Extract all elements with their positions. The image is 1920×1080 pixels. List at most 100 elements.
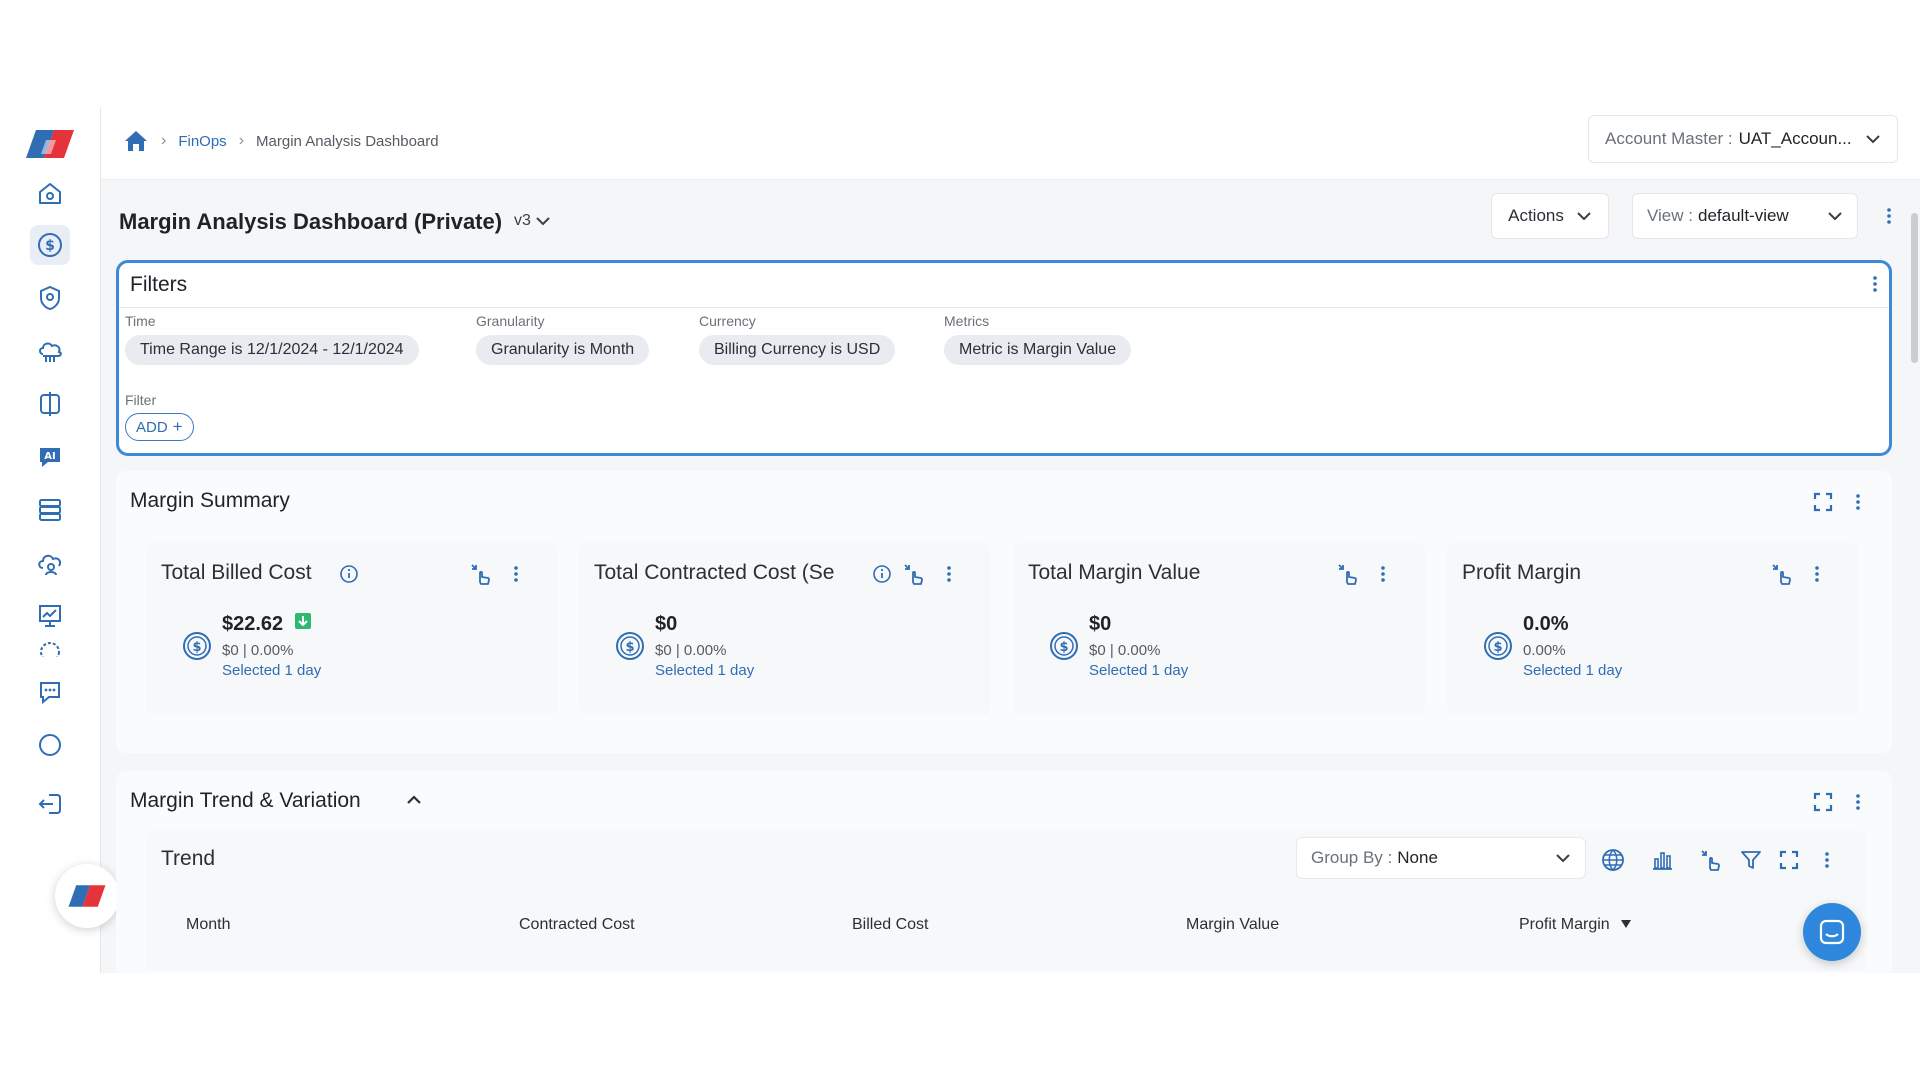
assistant-logo-button[interactable]	[55, 864, 119, 928]
sidebar-item-finops[interactable]: $	[30, 225, 70, 265]
card-selected-link[interactable]: Selected 1 day	[222, 662, 321, 679]
column-header-contracted-cost[interactable]: Contracted Cost	[519, 916, 635, 934]
actions-button[interactable]: Actions	[1491, 193, 1609, 239]
filter-chip-metrics[interactable]: Metric is Margin Value	[944, 335, 1132, 365]
dollar-coin-icon: $	[1484, 632, 1512, 660]
trend-menu-kebab-icon[interactable]	[1817, 847, 1837, 873]
filters-panel: Filters Time Time Range is 12/1/2024 - 1…	[116, 260, 1892, 456]
drilldown-icon[interactable]	[1698, 847, 1724, 873]
filter-icon[interactable]	[1738, 847, 1764, 873]
expand-icon[interactable]	[1810, 489, 1836, 515]
expand-icon[interactable]	[1776, 847, 1802, 873]
card-selected-link[interactable]: Selected 1 day	[1523, 662, 1622, 679]
sidebar-item-cloud[interactable]	[30, 331, 70, 371]
title-row: Margin Analysis Dashboard (Private) v3 A…	[101, 179, 1920, 259]
sidebar-item-profile[interactable]	[30, 725, 70, 765]
card-selected-link[interactable]: Selected 1 day	[655, 662, 754, 679]
trend-down-icon	[294, 613, 311, 629]
chat-support-button[interactable]	[1803, 903, 1861, 961]
bar-chart-icon[interactable]	[1649, 847, 1675, 873]
filter-group-label: Time	[125, 313, 156, 329]
card-value: $0	[655, 613, 678, 635]
view-label: View :	[1647, 206, 1693, 225]
version-label: v3	[514, 212, 531, 229]
sidebar-item-logout[interactable]	[30, 784, 70, 824]
filters-menu-kebab-icon[interactable]	[1865, 271, 1885, 297]
column-header-month[interactable]: Month	[186, 916, 230, 934]
group-by-select[interactable]: Group By : None	[1296, 837, 1586, 879]
brand-logo[interactable]	[24, 126, 76, 162]
table-view-icon[interactable]	[1600, 847, 1626, 873]
add-filter-label: ADD	[136, 418, 168, 436]
card-menu-kebab-icon[interactable]	[506, 561, 526, 587]
chart-icon	[39, 605, 61, 627]
card-menu-kebab-icon[interactable]	[1807, 561, 1827, 587]
trend-section-menu-kebab-icon[interactable]	[1848, 789, 1868, 815]
sidebar-item-servers[interactable]	[30, 490, 70, 530]
kpi-card-total-margin-value: Total Margin Value $ $0 $0 | 0.00% Selec…	[1013, 543, 1425, 715]
dollar-coin-icon: $	[616, 632, 644, 660]
card-sub: $0 | 0.00%	[222, 642, 294, 659]
chevron-down-icon	[1577, 212, 1591, 221]
column-header-profit-margin[interactable]: Profit Margin	[1519, 916, 1632, 934]
expand-icon[interactable]	[1810, 789, 1836, 815]
summary-menu-kebab-icon[interactable]	[1848, 489, 1868, 515]
sidebar-item-reports[interactable]	[30, 596, 70, 636]
sidebar-item-home[interactable]	[30, 173, 70, 213]
svg-text:AI: AI	[44, 451, 55, 462]
page-scrollbar[interactable]	[1911, 213, 1918, 363]
drilldown-icon[interactable]	[468, 561, 494, 587]
sidebar-item-cloud-users[interactable]	[30, 543, 70, 583]
filter-group-currency: Currency Billing Currency is USD	[699, 313, 896, 365]
add-filter-button[interactable]: ADD +	[125, 413, 194, 441]
column-header-billed-cost[interactable]: Billed Cost	[852, 916, 928, 934]
sidebar-item-security[interactable]	[30, 278, 70, 318]
filter-group-granularity: Granularity Granularity is Month	[476, 313, 650, 365]
drilldown-icon[interactable]	[1769, 561, 1795, 587]
card-selected-link[interactable]: Selected 1 day	[1089, 662, 1188, 679]
card-menu-kebab-icon[interactable]	[1373, 561, 1393, 587]
info-icon[interactable]	[336, 561, 362, 587]
page-menu-kebab-icon[interactable]	[1879, 203, 1899, 229]
svg-text:$: $	[1059, 640, 1068, 655]
collapse-chevron-up-icon[interactable]	[401, 787, 427, 813]
breadcrumb-finops[interactable]: FinOps	[178, 133, 226, 150]
account-master-select[interactable]: Account Master : UAT_Accoun...	[1588, 115, 1898, 163]
dollar-coin-icon: $	[1050, 632, 1078, 660]
sidebar-item-chat[interactable]	[30, 672, 70, 712]
trend-title: Trend	[161, 847, 216, 870]
breadcrumb-current: Margin Analysis Dashboard	[256, 132, 439, 150]
breadcrumb: › FinOps › Margin Analysis Dashboard	[123, 129, 439, 153]
chevron-down-icon	[1866, 135, 1880, 144]
column-header-margin-value[interactable]: Margin Value	[1186, 916, 1279, 934]
filter-chip-time[interactable]: Time Range is 12/1/2024 - 12/1/2024	[125, 335, 419, 365]
dollar-icon: $	[38, 233, 62, 257]
sidebar-item-compare[interactable]	[30, 384, 70, 424]
home-icon[interactable]	[123, 129, 149, 153]
filters-title: Filters	[130, 273, 188, 296]
filter-label: Filter	[125, 392, 157, 408]
chevron-down-icon	[1556, 854, 1570, 863]
card-menu-kebab-icon[interactable]	[939, 561, 959, 587]
version-select[interactable]: v3	[514, 212, 551, 230]
filter-chip-currency[interactable]: Billing Currency is USD	[699, 335, 896, 365]
sidebar-item-ai[interactable]: AI	[30, 437, 70, 477]
svg-text:$: $	[1493, 640, 1502, 655]
drilldown-icon[interactable]	[1335, 561, 1361, 587]
kpi-card-total-contracted-cost: Total Contracted Cost (Se $ $0 $0 | 0.00…	[579, 543, 991, 715]
kpi-card-profit-margin: Profit Margin $ 0.0% 0.00% Selected 1 da…	[1447, 543, 1859, 715]
card-sub: $0 | 0.00%	[655, 642, 727, 659]
card-value: $22.62	[222, 613, 311, 636]
filter-chip-granularity[interactable]: Granularity is Month	[476, 335, 650, 365]
account-master-value: UAT_Accoun...	[1738, 129, 1852, 148]
sidebar-item-settings[interactable]	[30, 637, 70, 657]
view-value: default-view	[1698, 206, 1789, 225]
card-value: $0	[1089, 613, 1112, 635]
view-select[interactable]: View : default-view	[1632, 193, 1858, 239]
filters-divider	[119, 307, 1889, 308]
info-icon[interactable]	[869, 561, 895, 587]
sort-desc-icon	[1621, 920, 1632, 928]
drilldown-icon[interactable]	[901, 561, 927, 587]
server-icon	[39, 499, 61, 521]
shield-icon	[40, 285, 60, 311]
